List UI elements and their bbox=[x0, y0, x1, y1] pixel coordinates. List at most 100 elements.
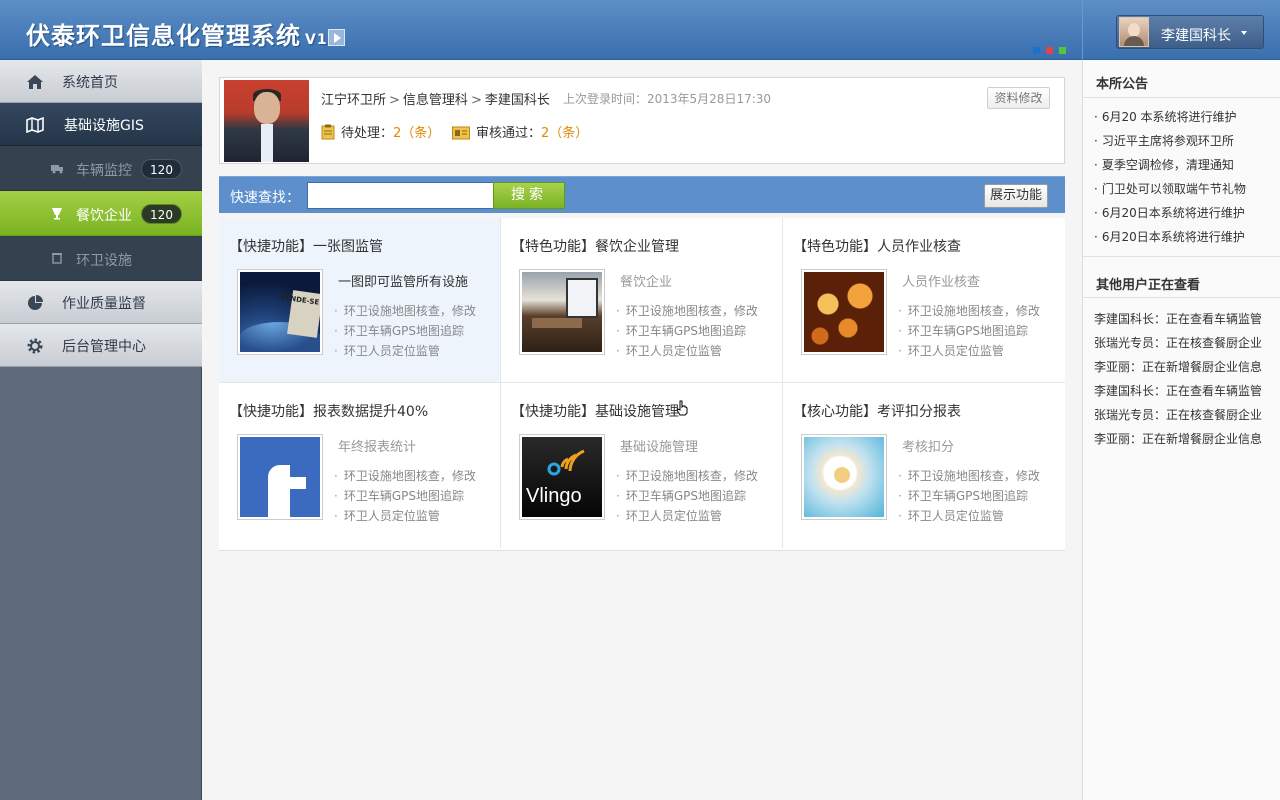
sidebar-item-home[interactable]: 系统首页 bbox=[0, 60, 202, 103]
feature-subtitle: 餐饮企业 bbox=[620, 275, 673, 290]
play-icon[interactable] bbox=[328, 29, 345, 46]
breadcrumb-item[interactable]: 信息管理科 bbox=[403, 93, 468, 108]
feature-subtitle: 人员作业核查 bbox=[902, 275, 981, 290]
truck-icon bbox=[51, 165, 63, 174]
feature-list: 环卫设施地图核查，修改 环卫车辆GPS地图追踪 环卫人员定位监管 bbox=[616, 301, 758, 361]
sidebar-item-label: 作业质量监督 bbox=[62, 296, 146, 312]
notice-item[interactable]: 6月20日本系统将进行维护 bbox=[1094, 228, 1245, 245]
feature-list-item[interactable]: 环卫车辆GPS地图追踪 bbox=[616, 321, 758, 341]
sidebar-item-admin[interactable]: 后台管理中心 bbox=[0, 324, 202, 367]
feature-list-item[interactable]: 环卫设施地图核查，修改 bbox=[898, 466, 1040, 486]
viewers-title: 其他用户正在查看 bbox=[1096, 278, 1201, 293]
hand-cursor-icon bbox=[676, 400, 688, 416]
count-badge: 120 bbox=[141, 204, 182, 224]
viewer-item: 李建国科长：正在查看车辆监管 bbox=[1094, 312, 1263, 326]
user-menu-button[interactable]: 李建国科长 bbox=[1116, 15, 1264, 49]
feature-list-item[interactable]: 环卫人员定位监管 bbox=[616, 506, 758, 526]
feature-list-item[interactable]: 环卫人员定位监管 bbox=[334, 341, 476, 361]
last-login-time: 上次登录时间：2013年5月28日17:30 bbox=[563, 92, 772, 106]
approved-count: 2（条） bbox=[541, 126, 589, 141]
bin-icon bbox=[52, 253, 62, 264]
profile-photo bbox=[224, 80, 309, 162]
feature-list-item[interactable]: 环卫设施地图核查，修改 bbox=[334, 301, 476, 321]
feature-list-item[interactable]: 环卫车辆GPS地图追踪 bbox=[898, 321, 1040, 341]
notice-item[interactable]: 门卫处可以领取端午节礼物 bbox=[1094, 180, 1246, 197]
pending-stat[interactable]: 待处理：2（条） bbox=[321, 122, 440, 141]
id-card-icon bbox=[452, 126, 470, 140]
feature-card-staff[interactable]: 【特色功能】人员作业核查 人员作业核查 环卫设施地图核查，修改 环卫车辆GPS地… bbox=[783, 218, 1065, 383]
approved-stat[interactable]: 审核通过：2（条） bbox=[452, 122, 588, 141]
pie-chart-icon bbox=[28, 295, 43, 310]
sidebar-subitem-facility[interactable]: 环卫设施 bbox=[0, 236, 202, 281]
feature-card-evaluation[interactable]: 【核心功能】考评扣分报表 考核扣分 环卫设施地图核查，修改 环卫车辆GPS地图追… bbox=[783, 383, 1065, 548]
feature-subtitle: 考核扣分 bbox=[902, 440, 955, 455]
notice-item[interactable]: 6月20日本系统将进行维护 bbox=[1094, 204, 1245, 221]
pending-count: 2（条） bbox=[393, 126, 441, 141]
feature-title: 【快捷功能】基础设施管理 bbox=[511, 404, 679, 420]
notice-item[interactable]: 6月20 本系统将进行维护 bbox=[1094, 108, 1237, 125]
breadcrumb-item[interactable]: 江宁环卫所 bbox=[321, 93, 386, 108]
feature-list-item[interactable]: 环卫设施地图核查，修改 bbox=[334, 466, 476, 486]
breadcrumb-item: 李建国科长 bbox=[484, 93, 550, 108]
edit-profile-button[interactable]: 资料修改 bbox=[987, 87, 1050, 109]
right-panel: 本所公告 6月20 本系统将进行维护 习近平主席将参观环卫所 夏季空调检修，清理… bbox=[1082, 60, 1280, 800]
feature-thumbnail bbox=[801, 269, 887, 355]
feature-list-item[interactable]: 环卫设施地图核查，修改 bbox=[616, 301, 758, 321]
feature-thumbnail bbox=[237, 434, 323, 520]
feature-card-catering[interactable]: 【特色功能】餐饮企业管理 餐饮企业 环卫设施地图核查，修改 环卫车辆GPS地图追… bbox=[501, 218, 783, 383]
facebook-icon bbox=[268, 465, 290, 517]
feature-card-infrastructure[interactable]: 【快捷功能】基础设施管理 Vlingo 基础设施管理 环卫设施地图核查，修改 环… bbox=[501, 383, 783, 548]
feature-list-item[interactable]: 环卫人员定位监管 bbox=[334, 506, 476, 526]
feature-subtitle: 一图即可监管所有设施 bbox=[338, 275, 469, 290]
viewer-item: 张瑞光专员：正在核查餐厨企业 bbox=[1094, 336, 1263, 350]
avatar bbox=[1119, 17, 1149, 47]
search-input[interactable] bbox=[307, 182, 494, 209]
notice-item[interactable]: 习近平主席将参观环卫所 bbox=[1094, 132, 1234, 149]
feature-card-report[interactable]: 【快捷功能】报表数据提升40% 年终报表统计 环卫设施地图核查，修改 环卫车辆G… bbox=[219, 383, 501, 548]
main-content: 江宁环卫所 > 信息管理科 > 李建国科长 上次登录时间：2013年5月28日17:30… bbox=[202, 60, 1082, 800]
show-features-button[interactable]: 展示功能 bbox=[984, 184, 1048, 208]
sidebar-subitem-label: 车辆监控 bbox=[76, 163, 132, 179]
skin-red-button[interactable] bbox=[1046, 47, 1053, 54]
sidebar-subitem-catering[interactable]: 餐饮企业 120 bbox=[0, 191, 202, 236]
sidebar-item-gis[interactable]: 基础设施GIS bbox=[0, 103, 202, 146]
viewer-item: 李建国科长：正在查看车辆监管 bbox=[1094, 384, 1263, 398]
feature-subtitle: 年终报表统计 bbox=[338, 440, 417, 455]
feature-list-item[interactable]: 环卫车辆GPS地图追踪 bbox=[898, 486, 1040, 506]
feature-list-item[interactable]: 环卫人员定位监管 bbox=[616, 341, 758, 361]
gear-icon bbox=[27, 338, 43, 354]
feature-list-item[interactable]: 环卫人员定位监管 bbox=[898, 341, 1040, 361]
sidebar-subitem-label: 餐饮企业 bbox=[76, 208, 132, 224]
sidebar-subitem-vehicle[interactable]: 车辆监控 120 bbox=[0, 146, 202, 191]
user-name: 李建国科长 bbox=[1161, 28, 1231, 44]
feature-list: 环卫设施地图核查，修改 环卫车辆GPS地图追踪 环卫人员定位监管 bbox=[898, 301, 1040, 361]
feature-list: 环卫设施地图核查，修改 环卫车辆GPS地图追踪 环卫人员定位监管 bbox=[334, 301, 476, 361]
feature-subtitle: 基础设施管理 bbox=[620, 440, 699, 455]
skin-green-button[interactable] bbox=[1059, 47, 1066, 54]
skin-blue-button[interactable] bbox=[1033, 47, 1040, 54]
search-button[interactable]: 搜索 bbox=[493, 182, 565, 209]
app-logo: 伏泰环卫信息化管理系统 V1.2 bbox=[26, 16, 345, 51]
sidebar: 系统首页 基础设施GIS 车辆监控 120 餐饮企业 120 环卫设施 作业质量… bbox=[0, 60, 202, 800]
cup-icon bbox=[52, 208, 62, 220]
feature-card-map[interactable]: 【快捷功能】一张图监管 VENDE-SE 一图即可监管所有设施 环卫设施地图核查… bbox=[219, 218, 501, 383]
sidebar-item-quality[interactable]: 作业质量监督 bbox=[0, 281, 202, 324]
app-title: 伏泰环卫信息化管理系统 bbox=[26, 22, 301, 50]
feature-list-item[interactable]: 环卫车辆GPS地图追踪 bbox=[616, 486, 758, 506]
divider bbox=[1083, 97, 1280, 98]
feature-thumbnail: Vlingo bbox=[519, 434, 605, 520]
chevron-right-icon: > bbox=[470, 93, 482, 108]
feature-list-item[interactable]: 环卫人员定位监管 bbox=[898, 506, 1040, 526]
top-header: 伏泰环卫信息化管理系统 V1.2 李建国科长 bbox=[0, 0, 1280, 60]
feature-list-item[interactable]: 环卫车辆GPS地图追踪 bbox=[334, 321, 476, 341]
chevron-right-icon: > bbox=[389, 93, 400, 108]
sidebar-item-label: 基础设施GIS bbox=[64, 118, 144, 134]
approved-label: 审核通过： bbox=[476, 126, 542, 141]
feature-list-item[interactable]: 环卫设施地图核查，修改 bbox=[898, 301, 1040, 321]
feature-list-item[interactable]: 环卫车辆GPS地图追踪 bbox=[334, 486, 476, 506]
notice-item[interactable]: 夏季空调检修，清理通知 bbox=[1094, 156, 1234, 173]
feature-list-item[interactable]: 环卫设施地图核查，修改 bbox=[616, 466, 758, 486]
divider bbox=[1083, 256, 1280, 257]
feature-title: 【快捷功能】一张图监管 bbox=[229, 239, 383, 255]
feature-title: 【特色功能】人员作业核查 bbox=[793, 239, 961, 255]
